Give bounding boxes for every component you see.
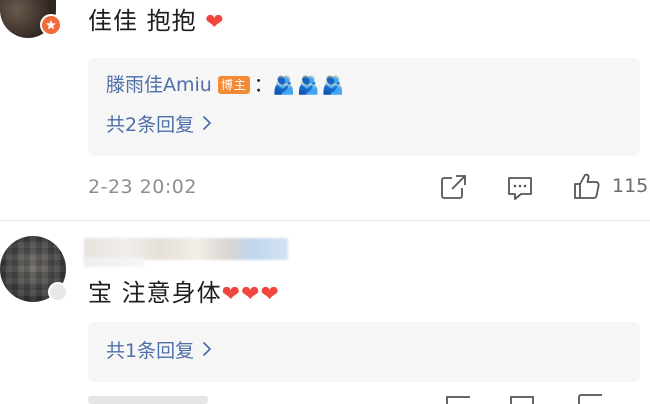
comment-icon[interactable] xyxy=(506,175,534,201)
timestamp: 2-23 20:02 xyxy=(88,176,197,198)
reply-count-label: 共1条回复 xyxy=(106,340,195,362)
like-icon xyxy=(572,171,602,201)
like-count: 115 xyxy=(612,175,649,197)
chevron-right-icon xyxy=(202,112,212,138)
comment-icon[interactable] xyxy=(510,396,534,404)
username-blurred-subline xyxy=(84,257,144,267)
reply-preview-line: 滕雨佳Amiu 博主 ：🫂🫂🫂 xyxy=(106,72,346,99)
divider xyxy=(0,220,650,221)
hug-emoji: 🫂🫂🫂 xyxy=(272,75,347,96)
reply-author[interactable]: 滕雨佳Amiu xyxy=(106,74,212,96)
reply-count-label: 共2条回复 xyxy=(106,114,195,136)
view-replies-link[interactable]: 共1条回复 xyxy=(106,338,212,364)
user-badge-icon xyxy=(48,282,68,302)
heart-emoji: ❤❤❤ xyxy=(221,282,280,307)
like-button[interactable]: 115 xyxy=(572,171,648,201)
timestamp-cutoff xyxy=(88,396,208,404)
like-icon[interactable] xyxy=(578,394,602,404)
comment-text: 宝 注意身体❤❤❤ xyxy=(88,278,280,310)
share-icon[interactable] xyxy=(446,396,470,404)
comment-text: 佳佳 抱抱 ❤ xyxy=(88,6,225,38)
chevron-right-icon xyxy=(202,338,212,364)
heart-emoji: ❤ xyxy=(205,10,225,35)
reply-separator: ： xyxy=(253,74,273,96)
comment-body: 宝 注意身体 xyxy=(88,279,222,307)
share-icon[interactable] xyxy=(440,174,468,200)
verified-badge-icon xyxy=(40,14,62,36)
reply-preview-box[interactable]: 共1条回复 xyxy=(88,322,640,382)
comment-body: 佳佳 抱抱 xyxy=(88,7,197,35)
reply-preview-box[interactable]: 滕雨佳Amiu 博主 ：🫂🫂🫂 共2条回复 xyxy=(88,58,640,156)
blogger-badge: 博主 xyxy=(217,76,250,94)
view-replies-link[interactable]: 共2条回复 xyxy=(106,112,212,138)
